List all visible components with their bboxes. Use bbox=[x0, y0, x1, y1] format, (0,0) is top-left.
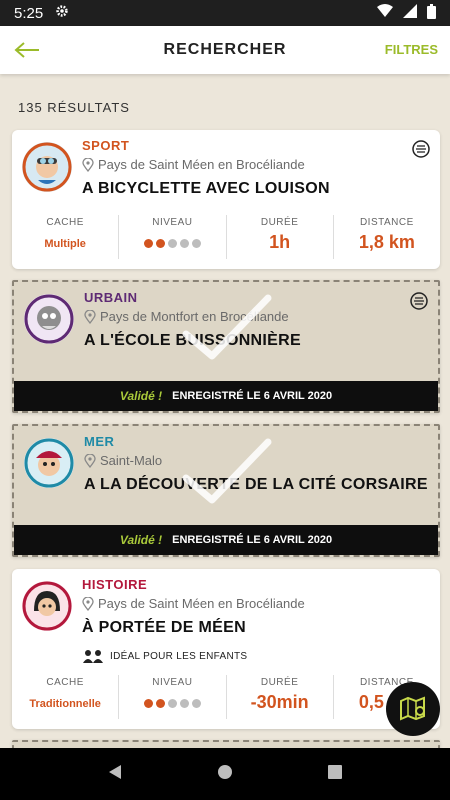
avatar bbox=[22, 142, 72, 192]
cache-card[interactable]: SPORT Pays de Saint Méen en Brocéliande … bbox=[12, 130, 440, 269]
cache-type-value: Multiple bbox=[44, 238, 86, 250]
stat-label: CACHE bbox=[46, 217, 84, 228]
app-bar: RECHERCHER FILTRES bbox=[0, 26, 450, 74]
settings-gear-icon bbox=[55, 4, 69, 22]
children-icon bbox=[83, 650, 103, 663]
cache-title: A BICYCLETTE AVEC LOUISON bbox=[82, 180, 330, 197]
stat-label: DISTANCE bbox=[359, 217, 414, 228]
avatar bbox=[24, 438, 74, 488]
back-arrow-icon[interactable] bbox=[14, 38, 42, 62]
filters-button[interactable]: FILTRES bbox=[385, 42, 438, 57]
level-dot bbox=[143, 239, 153, 248]
location-pin-icon bbox=[82, 596, 94, 611]
cache-card[interactable]: HISTOIRE Pays de Saint Méen en Brocélian… bbox=[12, 569, 440, 729]
location-pin-icon bbox=[84, 309, 96, 324]
stat-level: NIVEAU bbox=[118, 215, 225, 259]
signal-icon bbox=[403, 4, 417, 22]
level-dot bbox=[155, 699, 165, 708]
checkmark-icon bbox=[182, 294, 272, 360]
location: Saint-Malo bbox=[84, 453, 162, 468]
saved-date: ENREGISTRÉ LE 6 AVRIL 2020 bbox=[172, 534, 333, 546]
validated-banner: Validé ! ENREGISTRÉ LE 6 AVRIL 2020 bbox=[14, 381, 438, 411]
nav-back-icon[interactable] bbox=[107, 764, 123, 785]
stat-label: NIVEAU bbox=[152, 677, 193, 688]
stat-duration: DURÉE -30min bbox=[225, 675, 333, 719]
cache-type-icon bbox=[412, 140, 430, 158]
cache-card-validated[interactable]: URBAIN Pays de Montfort en Brocéliande A… bbox=[12, 280, 440, 413]
level-dot bbox=[167, 239, 177, 248]
cache-title: À PORTÉE DE MÉEN bbox=[82, 619, 246, 636]
status-time: 5:25 bbox=[14, 4, 44, 22]
location-text: Pays de Saint Méen en Brocéliande bbox=[98, 157, 305, 172]
cache-stats: CACHE Traditionnelle NIVEAU DURÉE -30min… bbox=[12, 675, 440, 719]
level-dot bbox=[167, 699, 177, 708]
location-text: Pays de Saint Méen en Brocéliande bbox=[98, 596, 305, 611]
page-title: RECHERCHER bbox=[163, 41, 287, 58]
level-dot bbox=[179, 239, 189, 248]
level-dot bbox=[155, 239, 165, 248]
level-dot bbox=[143, 699, 153, 708]
location: Pays de Saint Méen en Brocéliande bbox=[82, 157, 305, 172]
stat-label: DURÉE bbox=[260, 217, 299, 228]
stat-distance: DISTANCE 1,8 km bbox=[332, 215, 440, 259]
cache-card-validated[interactable]: MER Saint-Malo A LA DÉCOUVERTE DE LA CIT… bbox=[12, 424, 440, 557]
cache-stats: CACHE Multiple NIVEAU DURÉE 1h DISTANCE … bbox=[12, 215, 440, 259]
map-view-button[interactable] bbox=[386, 682, 440, 736]
distance-value: 1,8 km bbox=[358, 232, 415, 252]
level-dots bbox=[119, 239, 225, 248]
validated-label: Validé ! bbox=[119, 389, 163, 403]
system-nav-bar bbox=[0, 748, 450, 800]
location-pin-icon bbox=[84, 453, 96, 468]
category-label: MER bbox=[84, 434, 115, 449]
level-dots bbox=[119, 699, 225, 708]
battery-icon bbox=[427, 3, 436, 23]
validated-banner: Validé ! ENREGISTRÉ LE 6 AVRIL 2020 bbox=[14, 525, 438, 555]
category-label: URBAIN bbox=[84, 290, 138, 305]
duration-value: -30min bbox=[250, 692, 309, 712]
location-text: Saint-Malo bbox=[100, 453, 163, 468]
nav-home-icon[interactable] bbox=[217, 764, 233, 785]
level-dot bbox=[191, 699, 201, 708]
level-dot bbox=[191, 239, 201, 248]
stat-cache: CACHE Multiple bbox=[12, 215, 118, 259]
level-dot bbox=[179, 699, 189, 708]
location: Pays de Saint Méen en Brocéliande bbox=[82, 596, 305, 611]
stat-level: NIVEAU bbox=[118, 675, 225, 719]
stat-label: CACHE bbox=[46, 677, 84, 688]
location-pin-icon bbox=[82, 157, 94, 172]
duration-value: 1h bbox=[269, 232, 291, 252]
cache-type-icon bbox=[410, 292, 428, 310]
avatar bbox=[22, 581, 72, 631]
avatar bbox=[24, 294, 74, 344]
kids-badge: IDÉAL POUR LES ENFANTS bbox=[82, 649, 247, 663]
saved-date: ENREGISTRÉ LE 6 AVRIL 2020 bbox=[172, 390, 333, 402]
category-label: HISTOIRE bbox=[82, 577, 148, 592]
nav-recents-icon[interactable] bbox=[327, 764, 343, 785]
stat-cache: CACHE Traditionnelle bbox=[12, 675, 118, 719]
status-bar: 5:25 bbox=[0, 0, 450, 26]
validated-label: Validé ! bbox=[119, 533, 163, 547]
stat-label: DURÉE bbox=[260, 677, 299, 688]
map-pin-icon bbox=[400, 696, 425, 721]
stat-label: NIVEAU bbox=[152, 217, 193, 228]
cache-type-value: Traditionnelle bbox=[29, 698, 101, 710]
wifi-icon bbox=[377, 4, 393, 22]
stat-duration: DURÉE 1h bbox=[225, 215, 333, 259]
kids-label: IDÉAL POUR LES ENFANTS bbox=[110, 650, 248, 662]
results-count: 135 RÉSULTATS bbox=[18, 100, 130, 115]
checkmark-icon bbox=[182, 438, 272, 504]
category-label: SPORT bbox=[82, 138, 130, 153]
